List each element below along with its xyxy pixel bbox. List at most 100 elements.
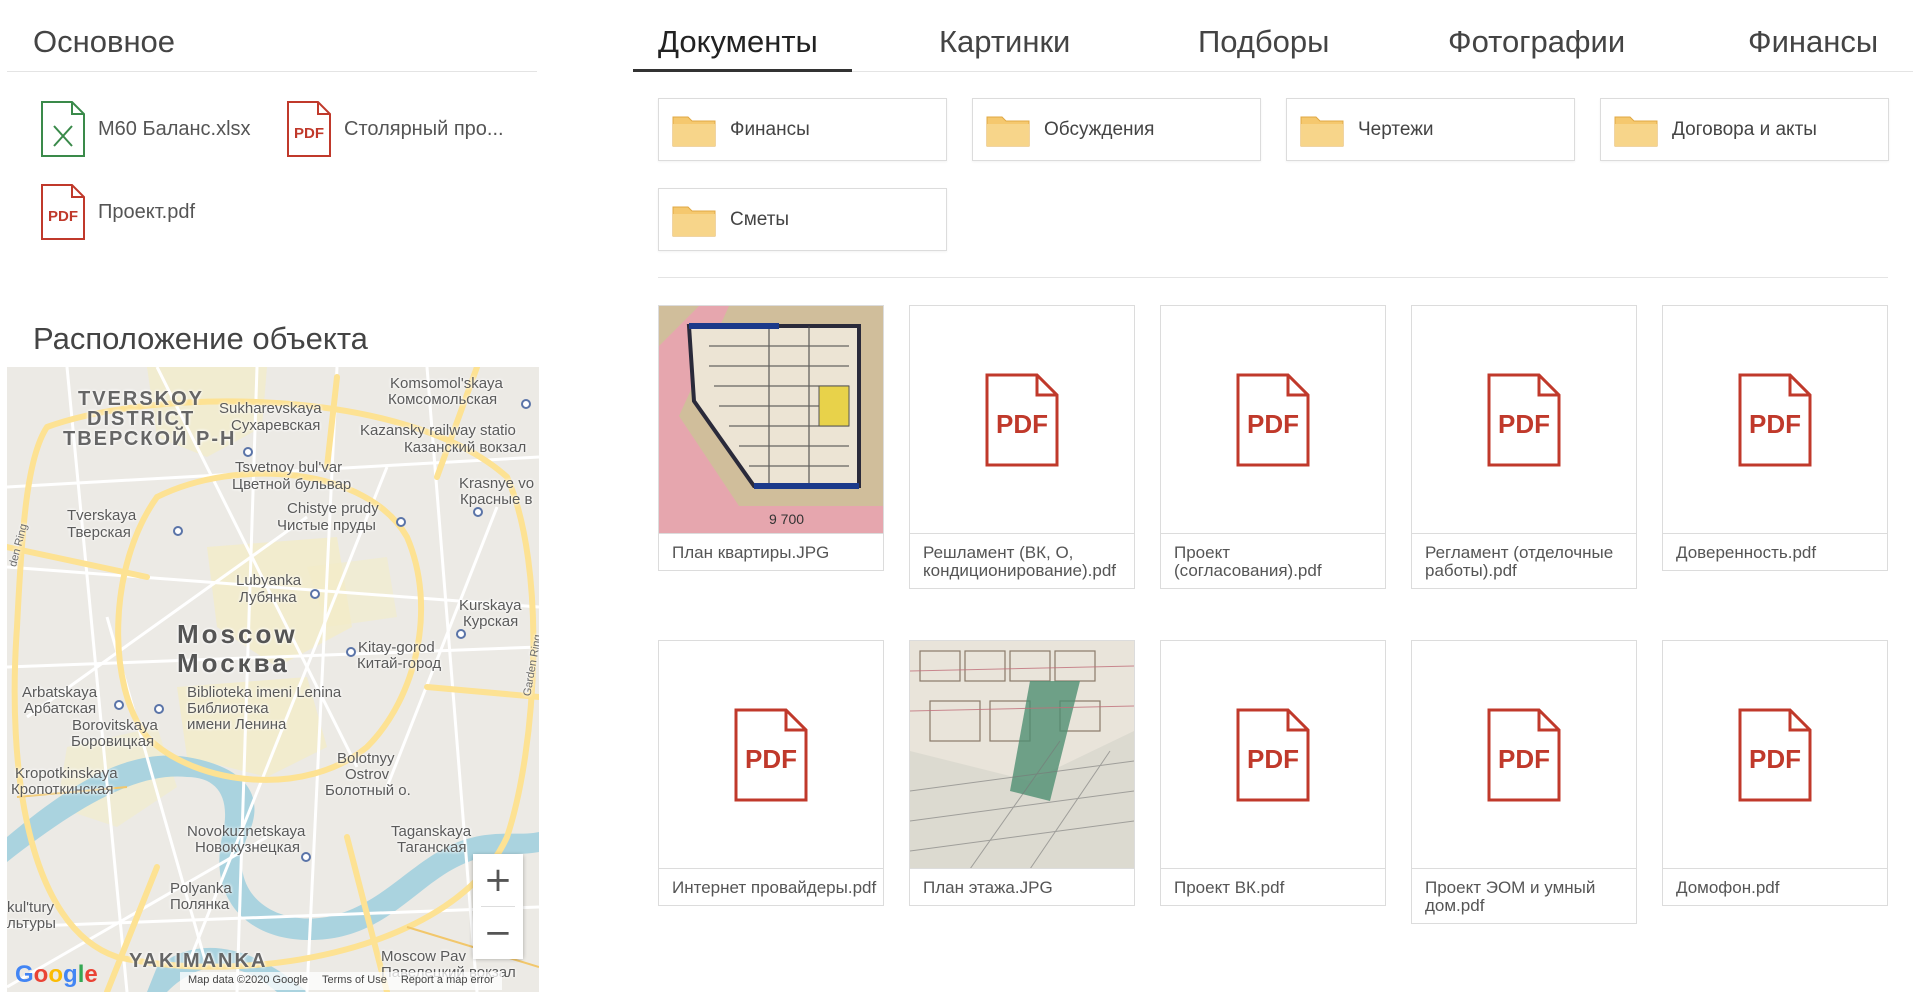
map-label: Курская: [463, 613, 519, 630]
metro-station-icon: [301, 852, 311, 862]
document-card[interactable]: PDF Доверенность.pdf: [1662, 305, 1888, 571]
pdf-file-icon: PDF: [1487, 708, 1561, 801]
folder-estimates[interactable]: Сметы: [658, 188, 947, 251]
folder-drawings[interactable]: Чертежи: [1286, 98, 1575, 161]
map-label: YAKIMANKA: [129, 950, 268, 972]
folder-name: Чертежи: [1358, 118, 1434, 140]
map-label: Tverskaya: [67, 507, 137, 524]
folder-finance[interactable]: Финансы: [658, 98, 947, 161]
map-label: Chistye prudy: [287, 500, 379, 517]
map-label: Polyanka: [170, 880, 232, 897]
document-name: Доверенность.pdf: [1676, 543, 1817, 562]
map-label: kul'tury: [7, 899, 55, 916]
pdf-thumbnail: PDF: [1161, 641, 1385, 869]
folders-divider: [658, 277, 1888, 278]
folder-icon: [986, 116, 1030, 146]
document-name: План этажа.JPG: [923, 878, 1053, 897]
document-card[interactable]: PDF Проект ВК.pdf: [1160, 640, 1386, 906]
metro-station-icon: [473, 507, 483, 517]
folder-name: Договора и акты: [1672, 118, 1817, 140]
zoom-in-button[interactable]: +: [473, 854, 523, 906]
location-map[interactable]: TVERSKOY DISTRICT ТВЕРСКОЙ Р-Н Sukharevs…: [7, 367, 539, 992]
tab-pictures[interactable]: Картинки: [939, 24, 1070, 60]
pdf-file-icon: PDF: [1236, 373, 1310, 466]
map-label-city: Moscow: [177, 619, 298, 649]
map-label: Novokuznetskaya: [187, 823, 306, 840]
document-name: Проект ЭОМ и умный дом.pdf: [1425, 878, 1596, 915]
tab-documents[interactable]: Документы: [658, 24, 818, 60]
google-logo[interactable]: Google: [15, 961, 98, 989]
document-card[interactable]: PDF Решламент (ВК, О, кондиционирование)…: [909, 305, 1135, 589]
quick-file-name: Проект.pdf: [98, 200, 196, 223]
map-label: Боровицкая: [71, 733, 155, 750]
svg-text:PDF: PDF: [1247, 409, 1299, 439]
map-label: Moscow Pav: [381, 948, 467, 965]
map-label: Таганская: [397, 839, 467, 856]
pdf-file-icon: PDF: [287, 101, 331, 157]
metro-station-icon: [154, 704, 164, 714]
pdf-file-icon: PDF: [1487, 373, 1561, 466]
metro-station-icon: [173, 526, 183, 536]
quick-file-xlsx[interactable]: М60 Баланс.xlsx: [40, 100, 251, 158]
report-error-link[interactable]: Report a map error: [401, 974, 494, 988]
document-card[interactable]: PDF Домофон.pdf: [1662, 640, 1888, 906]
document-card[interactable]: PDF Интернет провайдеры.pdf: [658, 640, 884, 906]
pdf-thumbnail: PDF: [1663, 641, 1887, 869]
svg-text:PDF: PDF: [1749, 409, 1801, 439]
pdf-file-icon: PDF: [1738, 708, 1812, 801]
folder-name: Обсуждения: [1044, 118, 1155, 140]
document-card[interactable]: PDF Проект ЭОМ и умный дом.pdf: [1411, 640, 1637, 924]
metro-station-icon: [310, 589, 320, 599]
quick-file-name: М60 Баланс.xlsx: [98, 117, 251, 140]
metro-station-icon: [521, 399, 531, 409]
main-section-divider: [7, 71, 537, 72]
document-name: План квартиры.JPG: [672, 543, 830, 562]
map-label: Казанский вокзал: [404, 439, 527, 456]
map-label: Komsomol'skaya: [390, 375, 503, 392]
image-thumbnail: 9 700: [659, 306, 883, 534]
document-name: Домофон.pdf: [1676, 878, 1780, 897]
svg-text:PDF: PDF: [294, 125, 324, 142]
map-label: Kropotkinskaya: [15, 765, 118, 782]
document-card[interactable]: PDF Регламент (отделочные работы).pdf: [1411, 305, 1637, 589]
metro-station-icon: [243, 447, 253, 457]
map-zoom-control: + −: [473, 854, 523, 959]
document-card[interactable]: План этажа.JPG: [909, 640, 1135, 906]
document-name: Интернет провайдеры.pdf: [672, 878, 877, 897]
tab-selections[interactable]: Подборы: [1198, 24, 1329, 60]
svg-text:PDF: PDF: [1749, 744, 1801, 774]
map-label: Biblioteka imeni Lenina: [187, 684, 342, 701]
document-name: Проект ВК.pdf: [1174, 878, 1285, 897]
folder-icon: [1614, 116, 1658, 146]
map-footer: Map data ©2020 Google Terms of Use Repor…: [180, 972, 502, 990]
document-card[interactable]: PDF Проект (согласования).pdf: [1160, 305, 1386, 589]
map-label: Чистые пруды: [277, 517, 376, 534]
document-name: Решламент (ВК, О, кондиционирование).pdf: [923, 543, 1117, 580]
map-label: Лубянка: [239, 589, 297, 606]
svg-text:PDF: PDF: [996, 409, 1048, 439]
svg-text:PDF: PDF: [1498, 744, 1550, 774]
quick-file-pdf[interactable]: PDF Столярный про...: [286, 100, 504, 158]
map-label-city: Москва: [177, 648, 290, 678]
pdf-file-icon: PDF: [985, 373, 1059, 466]
tab-finance[interactable]: Финансы: [1748, 24, 1878, 60]
active-tab-indicator: [633, 69, 852, 72]
map-label: DISTRICT: [87, 408, 196, 430]
pdf-file-icon: PDF: [1236, 708, 1310, 801]
quick-file-pdf[interactable]: PDF Проект.pdf: [40, 183, 195, 241]
metro-station-icon: [396, 517, 406, 527]
terms-link[interactable]: Terms of Use: [322, 974, 387, 988]
folder-contracts[interactable]: Договора и акты: [1600, 98, 1889, 161]
main-section-title: Основное: [33, 24, 176, 59]
map-label: Kitay-gorod: [358, 639, 435, 656]
svg-text:PDF: PDF: [48, 208, 78, 225]
map-label: Китай-город: [357, 655, 442, 672]
document-card[interactable]: 9 700 План квартиры.JPG: [658, 305, 884, 571]
zoom-out-button[interactable]: −: [473, 907, 523, 959]
map-label: Krasnye vo: [459, 475, 535, 492]
map-label: Библиотека: [187, 700, 269, 717]
tab-photos[interactable]: Фотографии: [1448, 24, 1625, 60]
folder-discussions[interactable]: Обсуждения: [972, 98, 1261, 161]
map-label: Тверская: [67, 524, 131, 541]
metro-station-icon: [456, 629, 466, 639]
